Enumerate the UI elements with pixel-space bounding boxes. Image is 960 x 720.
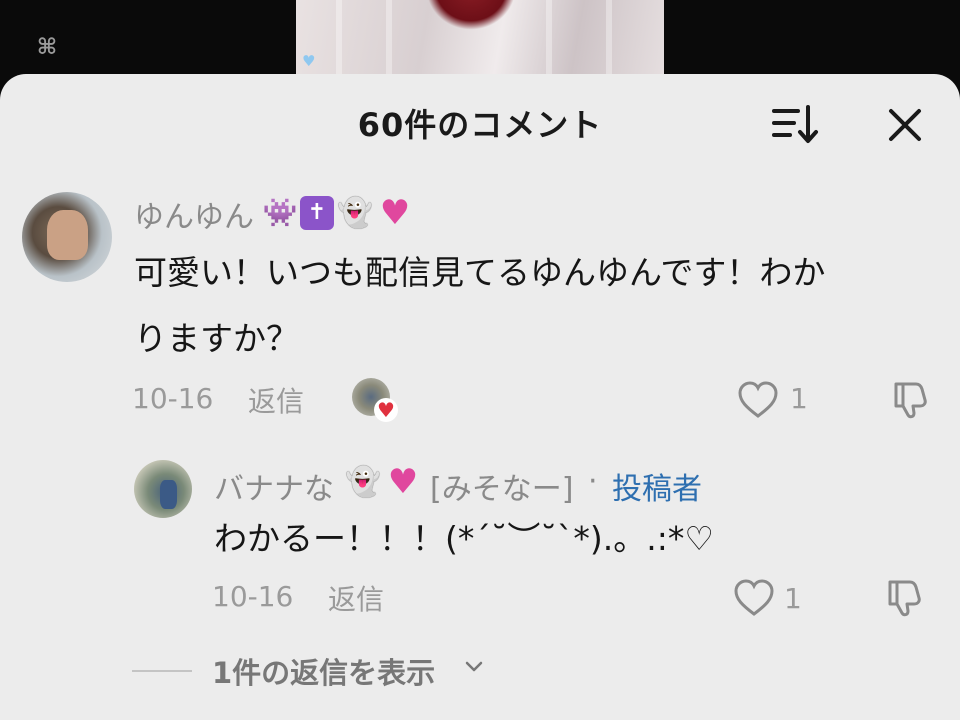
reply-button[interactable]: 返信 [248, 380, 304, 420]
sort-icon[interactable] [770, 102, 822, 146]
video-subject [426, 0, 516, 30]
heart-outline-icon[interactable] [732, 578, 776, 618]
reply-user-tag: [みそなー] [430, 472, 574, 507]
capcut-logo-icon: ⌘ [36, 35, 58, 60]
close-icon[interactable] [884, 104, 926, 146]
reply-date: 10-16 [212, 580, 294, 613]
reply-avatar[interactable] [134, 460, 192, 518]
comment-text: 可愛い！いつも配信見てるゆんゆんです！わか りますか？ [134, 240, 934, 372]
reply-like-count: 1 [784, 582, 802, 615]
pink-heart-icon: ♥ [387, 462, 419, 502]
comment-username[interactable]: ゆんゆん [134, 192, 254, 236]
red-heart-icon: ♥ [374, 398, 398, 422]
chevron-down-icon[interactable] [462, 654, 486, 678]
blue-heart-icon: ♥ [302, 52, 316, 70]
latin-cross-icon: ✝ [300, 196, 334, 230]
author-badge: 投稿者 [612, 472, 702, 507]
creator-liked-badge: ♥ [352, 378, 398, 424]
ghost-icon: 👻 [337, 196, 373, 229]
heart-outline-icon[interactable] [736, 380, 780, 420]
like-count: 1 [790, 382, 808, 415]
comment-text-line: 可愛い！いつも配信見てるゆんゆんです！わか [134, 253, 826, 292]
pink-heart-icon: ♥ [379, 193, 411, 233]
alien-monster-icon: 👾 [262, 196, 298, 229]
ghost-icon: 👻 [345, 465, 381, 498]
reply-text: わかるー！！！(*ˊ˘︶˘ˋ*).。.:*♡ [214, 519, 714, 558]
dislike-icon[interactable] [882, 576, 926, 620]
avatar[interactable] [22, 192, 112, 282]
dislike-icon[interactable] [888, 378, 932, 422]
comment-date: 10-16 [132, 382, 214, 415]
divider [132, 670, 192, 672]
comment-text-line: りますか？ [134, 319, 299, 358]
reply-username[interactable]: バナナな [214, 464, 334, 508]
separator-dot: · [588, 464, 598, 499]
comments-sheet: 60件のコメント ゆんゆん 👾 ✝ 👻 ♥ 可愛い！いつも配信見てるゆんゆんです… [0, 74, 960, 720]
username-emojis: 👾 ✝ 👻 ♥ [262, 194, 414, 232]
view-replies-button[interactable]: 1件の返信を表示 [212, 650, 435, 692]
reply-username-emojis: 👻 ♥ [344, 463, 422, 501]
app-screen: ⌘ ♥ 60件のコメント ゆんゆん 👾 ✝ 👻 ♥ 可愛い！いつも配信見てるゆん… [0, 0, 960, 720]
reply-reply-button[interactable]: 返信 [328, 578, 384, 618]
